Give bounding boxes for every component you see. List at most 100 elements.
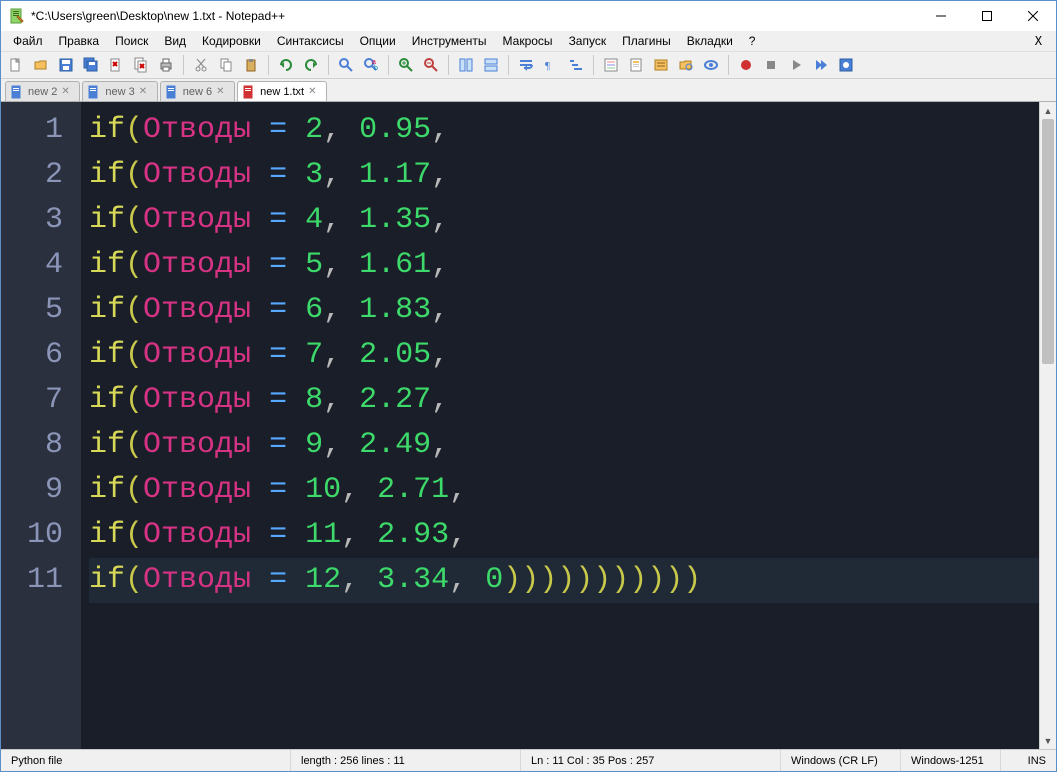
menu-инструменты[interactable]: Инструменты [404,32,495,50]
doc-map-icon[interactable] [625,54,647,76]
toolbar-separator [448,55,449,75]
code-line[interactable]: if(Отводы = 7, 2.05, [89,333,1039,378]
close-button[interactable] [1010,1,1056,31]
scroll-down-arrow[interactable]: ▼ [1040,732,1056,749]
tab-new-1-txt[interactable]: new 1.txt ✕ [237,81,327,101]
code-line[interactable]: if(Отводы = 10, 2.71, [89,468,1039,513]
menu-поиск[interactable]: Поиск [107,32,156,50]
menu-синтаксисы[interactable]: Синтаксисы [269,32,352,50]
tab-new-3[interactable]: new 3 ✕ [82,81,157,101]
paste-icon[interactable] [240,54,262,76]
toolbar-separator [728,55,729,75]
menu-bar: ФайлПравкаПоискВидКодировкиСинтаксисыОпц… [1,31,1056,51]
save-file-icon[interactable] [55,54,77,76]
copy-icon[interactable] [215,54,237,76]
stop-icon[interactable] [760,54,782,76]
tab-close-icon[interactable]: ✕ [139,86,151,98]
indent-guide-icon[interactable] [565,54,587,76]
line-gutter: 1 2 3 4 5 6 7 8 9 10 11 [1,102,81,749]
code-line[interactable]: if(Отводы = 9, 2.49, [89,423,1039,468]
tab-close-icon[interactable]: ✕ [216,86,228,98]
open-file-icon[interactable] [30,54,52,76]
show-all-icon[interactable] [700,54,722,76]
menu-кодировки[interactable]: Кодировки [194,32,269,50]
toolbar-separator [593,55,594,75]
editor-container: 1 2 3 4 5 6 7 8 9 10 11 if(Отводы = 2, 0… [1,101,1056,749]
play-multi-icon[interactable] [810,54,832,76]
tab-new-2[interactable]: new 2 ✕ [5,81,80,101]
close-all-icon[interactable] [130,54,152,76]
tab-close-icon[interactable]: ✕ [308,86,320,98]
status-length: length : 256 lines : 11 [291,750,521,771]
menu-вкладки[interactable]: Вкладки [679,32,741,50]
status-eol[interactable]: Windows (CR LF) [781,750,901,771]
code-line[interactable]: if(Отводы = 5, 1.61, [89,243,1039,288]
new-file-icon[interactable] [5,54,27,76]
close-doc-button[interactable]: X [1025,32,1052,50]
code-line[interactable]: if(Отводы = 3, 1.17, [89,153,1039,198]
redo-icon[interactable] [300,54,322,76]
tab-label: new 3 [105,86,134,98]
play-icon[interactable] [785,54,807,76]
code-line[interactable]: if(Отводы = 6, 1.83, [89,288,1039,333]
find-icon[interactable] [335,54,357,76]
doc-list-icon[interactable] [650,54,672,76]
wrap-icon[interactable] [515,54,537,76]
menu-опции[interactable]: Опции [352,32,404,50]
menu-макросы[interactable]: Макросы [495,32,561,50]
svg-text:¶: ¶ [545,60,550,72]
code-line[interactable]: if(Отводы = 4, 1.35, [89,198,1039,243]
menu-вид[interactable]: Вид [156,32,194,50]
print-icon[interactable] [155,54,177,76]
file-icon [10,85,24,99]
menu-запуск[interactable]: Запуск [561,32,615,50]
toolbar-separator [508,55,509,75]
tab-close-icon[interactable]: ✕ [61,86,73,98]
minimize-button[interactable] [918,1,964,31]
menu-файл[interactable]: Файл [5,32,51,50]
code-line[interactable]: if(Отводы = 8, 2.27, [89,378,1039,423]
status-encoding[interactable]: Windows-1251 [901,750,1001,771]
tab-new-6[interactable]: new 6✕ [160,81,235,101]
folder-icon[interactable] [675,54,697,76]
scroll-track[interactable] [1040,119,1056,732]
sync-h-icon[interactable] [480,54,502,76]
menu-правка[interactable]: Правка [51,32,108,50]
vertical-scrollbar[interactable]: ▲ ▼ [1039,102,1056,749]
all-chars-icon[interactable]: ¶ [540,54,562,76]
zoom-out-icon[interactable] [420,54,442,76]
status-insert-mode[interactable]: INS [1001,750,1056,771]
toolbar-separator [328,55,329,75]
save-all-icon[interactable] [80,54,102,76]
undo-icon[interactable] [275,54,297,76]
tab-label: new 1.txt [260,86,304,98]
window-title: *C:\Users\green\Desktop\new 1.txt - Note… [31,9,918,23]
menu-?[interactable]: ? [741,32,764,50]
sync-v-icon[interactable] [455,54,477,76]
maximize-button[interactable] [964,1,1010,31]
status-filetype: Python file [1,750,291,771]
save-macro-icon[interactable] [835,54,857,76]
toolbar: ab ¶ [1,51,1056,79]
code-line[interactable]: if(Отводы = 12, 3.34, 0))))))))))) [89,558,1039,603]
zoom-in-icon[interactable] [395,54,417,76]
record-icon[interactable] [735,54,757,76]
scroll-thumb[interactable] [1042,119,1054,364]
code-line[interactable]: if(Отводы = 11, 2.93, [89,513,1039,558]
close-file-icon[interactable] [105,54,127,76]
lang-icon[interactable] [600,54,622,76]
cut-icon[interactable] [190,54,212,76]
menu-плагины[interactable]: Плагины [614,32,679,50]
file-icon [87,85,101,99]
code-editor[interactable]: 1 2 3 4 5 6 7 8 9 10 11 if(Отводы = 2, 0… [1,102,1039,749]
toolbar-separator [183,55,184,75]
tab-label: new 2 [28,86,57,98]
replace-icon[interactable]: ab [360,54,382,76]
file-icon [242,85,256,99]
code-area[interactable]: if(Отводы = 2, 0.95,if(Отводы = 3, 1.17,… [81,102,1039,749]
status-bar: Python file length : 256 lines : 11 Ln :… [1,749,1056,771]
tab-bar: new 2✕new 3✕new 6✕new 1.txt✕ [1,79,1056,101]
scroll-up-arrow[interactable]: ▲ [1040,102,1056,119]
status-position: Ln : 11 Col : 35 Pos : 257 [521,750,781,771]
code-line[interactable]: if(Отводы = 2, 0.95, [89,108,1039,153]
